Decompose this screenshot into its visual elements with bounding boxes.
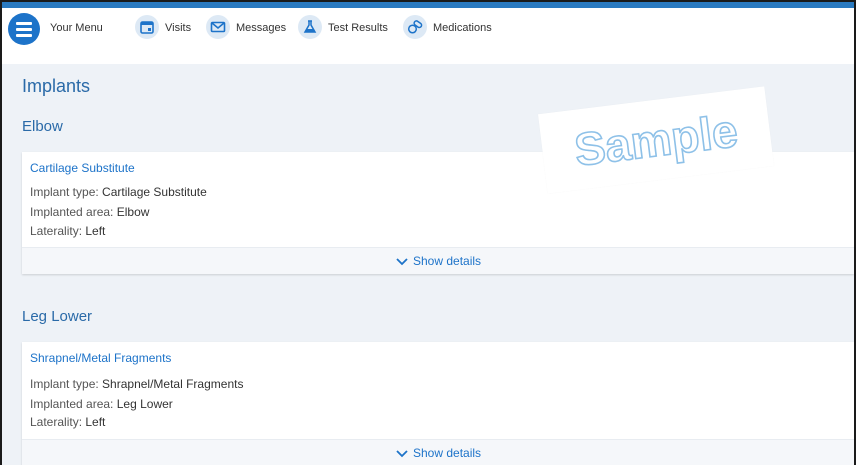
calendar-icon[interactable] — [135, 15, 159, 39]
page-title: Implants — [22, 76, 91, 96]
nav-messages-link[interactable]: Messages — [236, 22, 286, 34]
flask-icon[interactable] — [298, 15, 322, 39]
laterality-line: Laterality: Left — [30, 224, 105, 238]
show-details-button[interactable]: Show details — [22, 247, 854, 274]
menu-bar-line — [16, 28, 32, 31]
nav-visits-link[interactable]: Visits — [165, 22, 191, 34]
hamburger-menu-icon[interactable] — [8, 13, 40, 45]
app-frame: Your Menu Visits Messages Test Results M… — [0, 0, 856, 465]
implanted-area-value: Leg Lower — [116, 397, 173, 411]
nav-medications-link[interactable]: Medications — [433, 22, 492, 34]
implant-type-value: Shrapnel/Metal Fragments — [102, 377, 244, 391]
watermark-text: Sample — [572, 104, 741, 176]
implant-type-label: Implant type: — [30, 377, 99, 391]
menu-bar-line — [16, 34, 32, 37]
chevron-down-icon — [396, 258, 408, 266]
implanted-area-label: Implanted area: — [30, 205, 114, 219]
implant-type-label: Implant type: — [30, 185, 99, 199]
show-details-link: Show details — [396, 254, 481, 268]
your-menu-link[interactable]: Your Menu — [50, 22, 103, 34]
implant-type-value: Cartilage Substitute — [102, 185, 207, 199]
implanted-area-label: Implanted area: — [30, 397, 114, 411]
implant-type-line: Implant type: Cartilage Substitute — [30, 185, 207, 199]
implant-type-line: Implant type: Shrapnel/Metal Fragments — [30, 377, 243, 391]
implant-card-title[interactable]: Shrapnel/Metal Fragments — [30, 351, 171, 365]
implant-card-title[interactable]: Cartilage Substitute — [30, 161, 135, 175]
pills-icon[interactable] — [403, 15, 427, 39]
implanted-area-line: Implanted area: Leg Lower — [30, 397, 173, 411]
implanted-area-value: Elbow — [116, 205, 150, 219]
chevron-down-icon — [396, 450, 408, 458]
menu-bar-line — [16, 22, 32, 25]
show-details-label: Show details — [413, 446, 482, 460]
show-details-button[interactable]: Show details — [22, 439, 854, 465]
laterality-value: Left — [85, 224, 106, 238]
laterality-label: Laterality: — [30, 415, 83, 429]
show-details-link: Show details — [396, 446, 481, 460]
laterality-label: Laterality: — [30, 224, 83, 238]
nav-test-results-link[interactable]: Test Results — [328, 22, 388, 34]
top-nav-bar: Your Menu Visits Messages Test Results M… — [2, 2, 854, 64]
envelope-icon[interactable] — [206, 15, 230, 39]
implanted-area-line: Implanted area: Elbow — [30, 205, 149, 219]
implant-card: Shrapnel/Metal Fragments Implant type: S… — [22, 342, 854, 465]
laterality-line: Laterality: Left — [30, 415, 105, 429]
laterality-value: Left — [85, 415, 106, 429]
show-details-label: Show details — [413, 254, 482, 268]
section-title-leg-lower: Leg Lower — [22, 308, 93, 325]
section-title-elbow: Elbow — [22, 118, 63, 135]
